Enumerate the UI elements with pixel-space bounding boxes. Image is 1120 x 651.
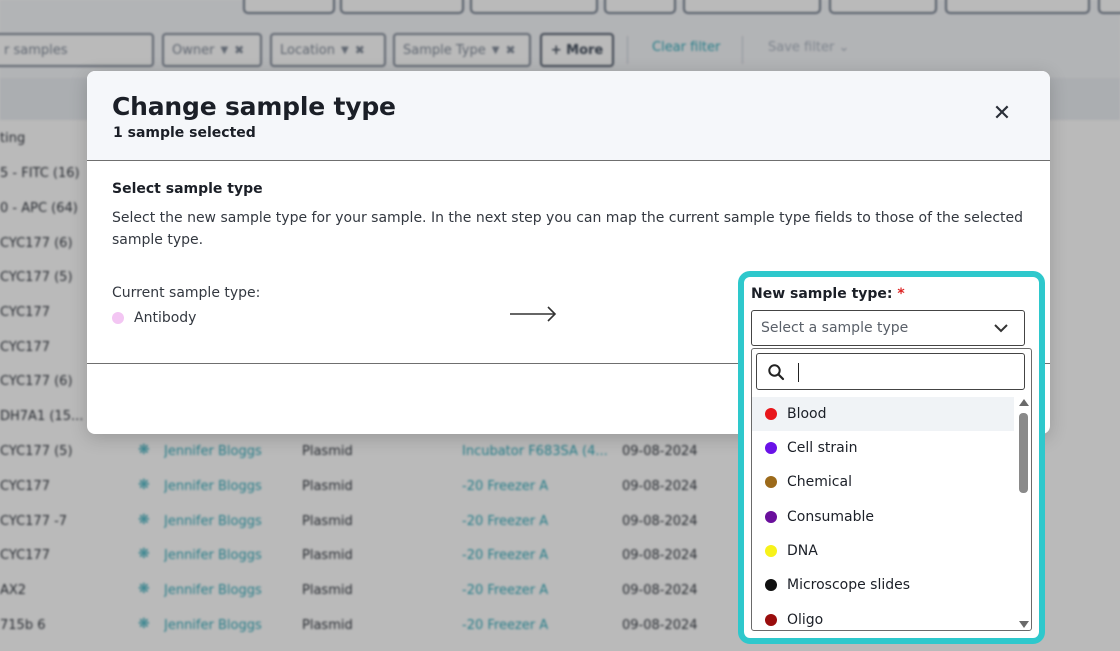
option-dna[interactable]: DNA: [752, 534, 1014, 568]
dropdown-search[interactable]: [756, 353, 1025, 390]
option-label: DNA: [787, 543, 818, 559]
section-title: Select sample type: [112, 181, 263, 197]
option-list: Blood Cell strain Chemical Consumable DN…: [752, 397, 1016, 631]
scroll-down-arrow-icon[interactable]: [1019, 621, 1029, 628]
dialog-title: Change sample type: [112, 92, 396, 121]
text-cursor: [798, 363, 799, 382]
current-sample-type-label: Current sample type:: [112, 285, 261, 301]
section-description: Select the new sample type for your samp…: [112, 210, 1024, 248]
chevron-down-icon: [994, 324, 1008, 333]
required-marker: *: [897, 286, 905, 302]
option-label: Cell strain: [787, 440, 858, 456]
dropdown-scrollbar[interactable]: [1016, 397, 1031, 631]
scroll-up-arrow-icon[interactable]: [1019, 399, 1029, 406]
sample-type-select[interactable]: Select a sample type: [751, 310, 1025, 346]
option-microscope-slides[interactable]: Microscope slides: [752, 568, 1014, 602]
search-input[interactable]: [795, 358, 1015, 385]
close-icon[interactable]: ✕: [990, 102, 1014, 126]
current-sample-type: Antibody: [112, 310, 196, 326]
sample-type-color-dot: [765, 545, 777, 557]
sample-type-color-dot: [765, 579, 777, 591]
arrow-right-icon: [510, 306, 557, 322]
option-label: Blood: [787, 406, 827, 422]
option-label: Consumable: [787, 509, 874, 525]
option-oligo[interactable]: Oligo: [752, 603, 1014, 631]
sample-type-color-dot: [765, 511, 777, 523]
scrollbar-thumb[interactable]: [1019, 413, 1028, 493]
dialog-header: Change sample type 1 sample selected ✕: [87, 71, 1050, 161]
select-placeholder: Select a sample type: [761, 320, 909, 336]
option-consumable[interactable]: Consumable: [752, 500, 1014, 534]
option-label: Microscope slides: [787, 577, 911, 593]
current-sample-type-value: Antibody: [134, 310, 197, 326]
search-icon: [768, 364, 785, 381]
option-cell-strain[interactable]: Cell strain: [752, 431, 1014, 465]
sample-type-color-dot: [765, 442, 777, 454]
sample-type-color-dot: [765, 408, 777, 420]
sample-type-color-dot: [112, 312, 124, 324]
sample-type-color-dot: [765, 614, 777, 626]
sample-type-dropdown: Blood Cell strain Chemical Consumable DN…: [751, 348, 1032, 631]
option-label: Oligo: [787, 612, 824, 628]
dialog-subtitle: 1 sample selected: [113, 125, 256, 141]
option-chemical[interactable]: Chemical: [752, 465, 1014, 499]
sample-type-color-dot: [765, 476, 777, 488]
new-sample-type-label-text: New sample type:: [751, 286, 893, 302]
option-blood[interactable]: Blood: [752, 397, 1014, 431]
new-sample-type-label: New sample type: *: [751, 286, 905, 302]
option-label: Chemical: [787, 474, 852, 490]
